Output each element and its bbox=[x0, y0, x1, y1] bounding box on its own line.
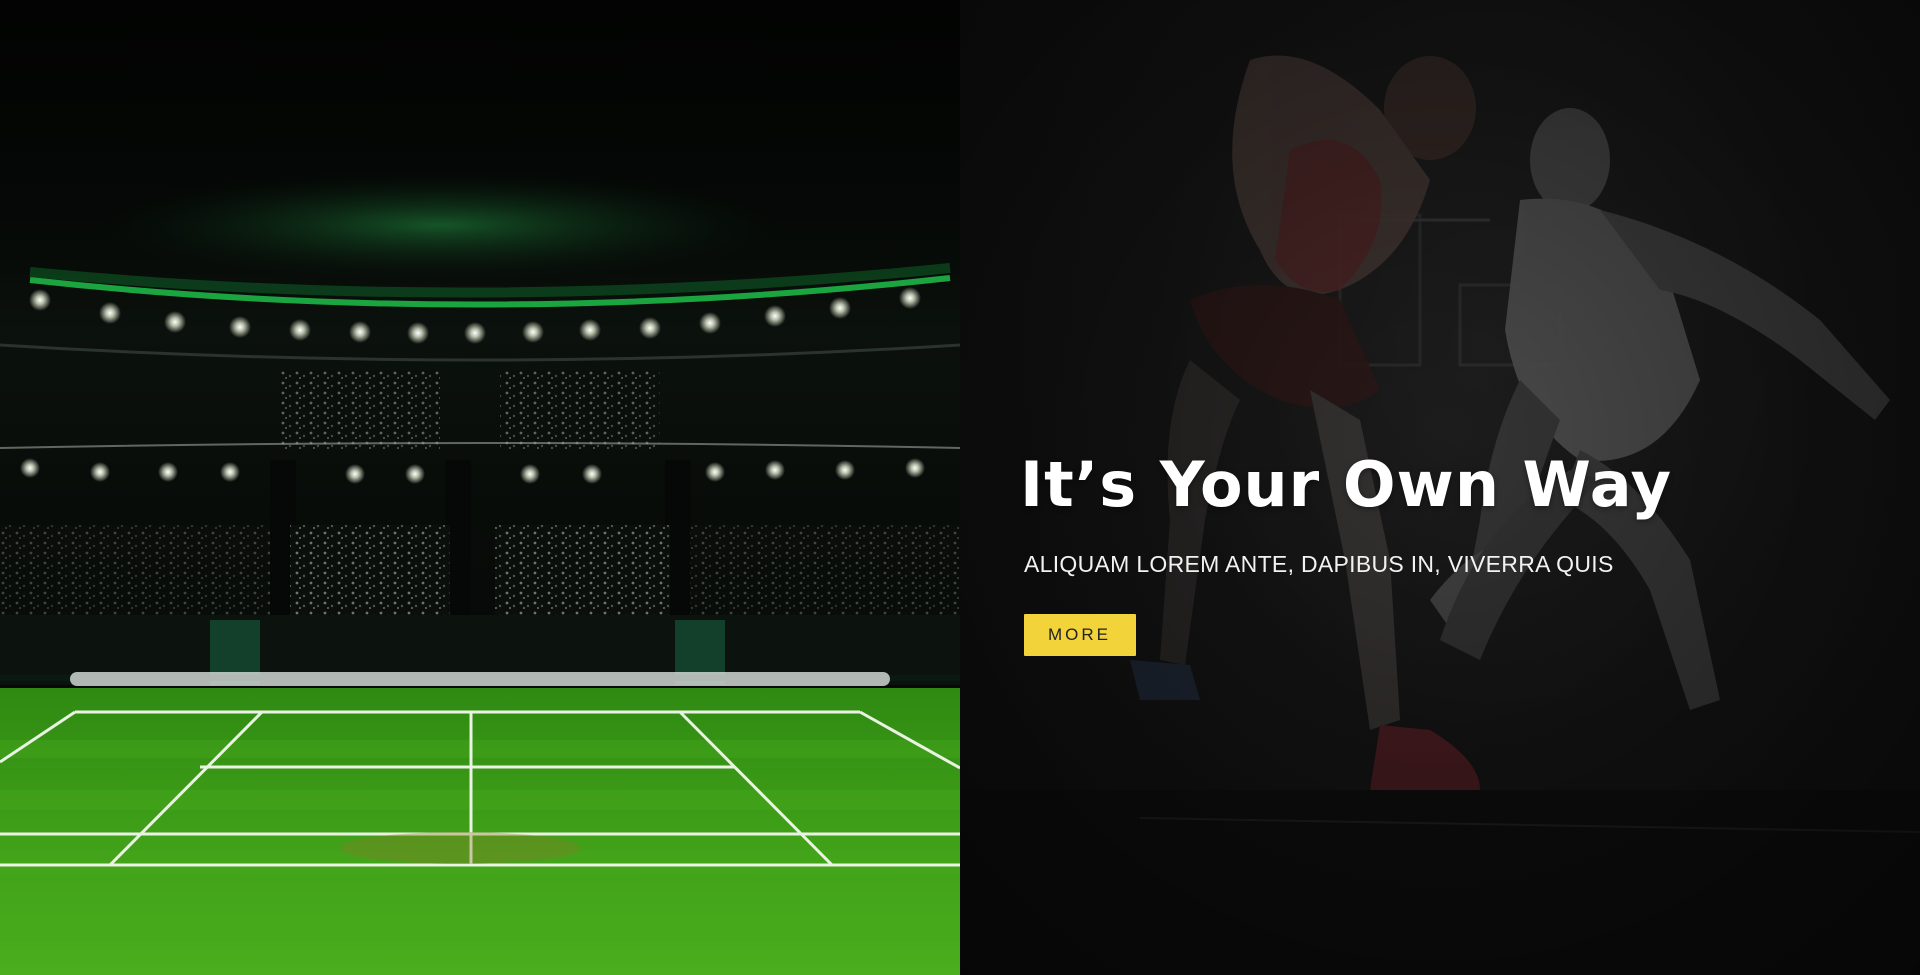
more-button[interactable]: MORE bbox=[1024, 614, 1136, 656]
tennis-stadium-image bbox=[0, 0, 960, 975]
hero-content: It’s Your Own Way ALIQUAM LOREM ANTE, DA… bbox=[1020, 445, 1780, 656]
hero-subtitle: ALIQUAM LOREM ANTE, DAPIBUS IN, VIVERRA … bbox=[1024, 551, 1614, 577]
hero-slider: It’s Your Own Way ALIQUAM LOREM ANTE, DA… bbox=[0, 0, 1920, 975]
hero-title: It’s Your Own Way bbox=[1020, 448, 1673, 521]
